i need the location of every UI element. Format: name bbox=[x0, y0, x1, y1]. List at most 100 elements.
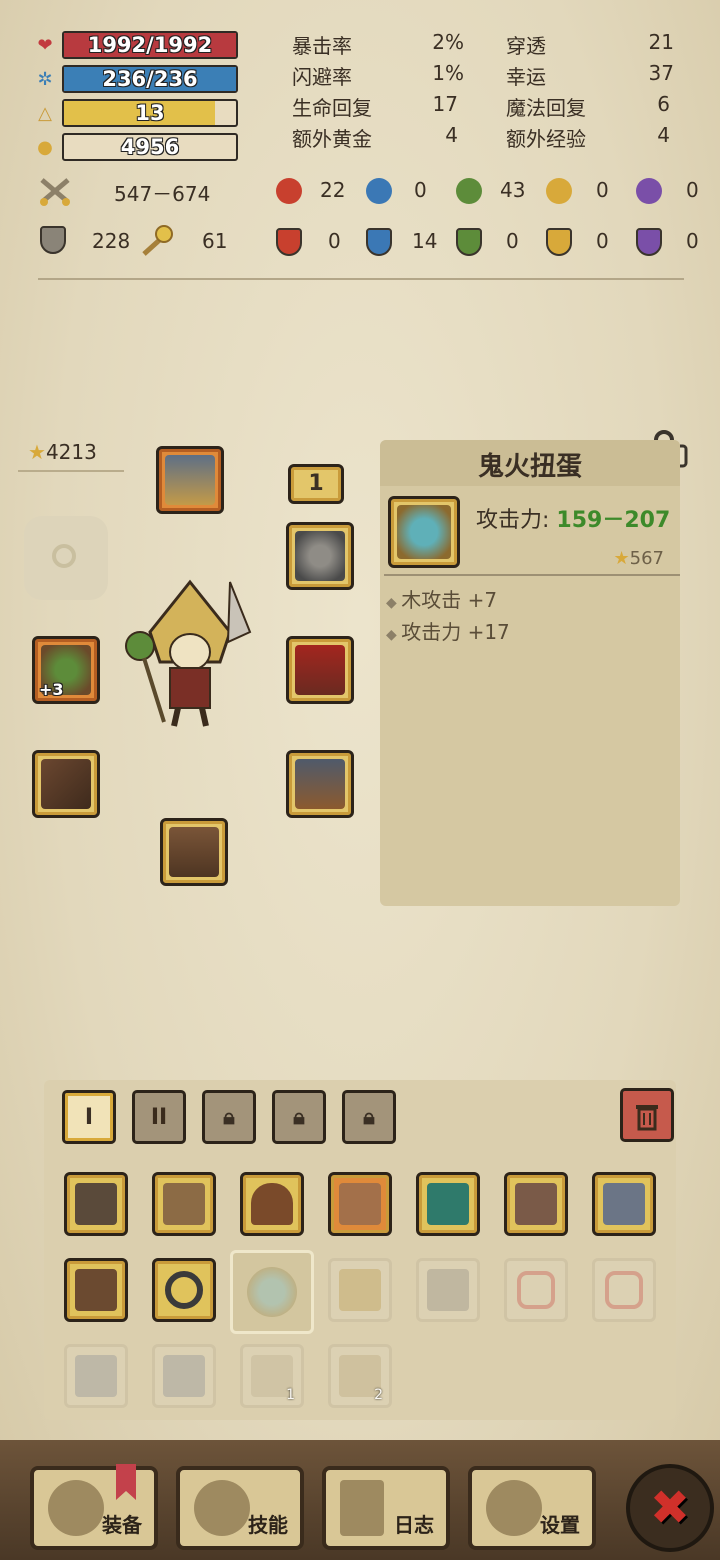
necklace-icon bbox=[295, 531, 345, 581]
inventory-item[interactable] bbox=[416, 1172, 480, 1236]
inventory-tab-2[interactable]: II bbox=[132, 1090, 186, 1144]
water-resist-value: 14 bbox=[412, 229, 438, 253]
pants-slot[interactable] bbox=[286, 750, 354, 818]
bracer-icon bbox=[75, 1269, 117, 1311]
inventory-item[interactable] bbox=[592, 1258, 656, 1322]
score-underline bbox=[18, 470, 124, 472]
glasses-icon bbox=[605, 1271, 643, 1309]
inventory-item[interactable] bbox=[328, 1172, 392, 1236]
nav-log-button[interactable]: 日志 bbox=[322, 1466, 450, 1550]
padlock-icon: 🔒︎ bbox=[223, 1104, 235, 1130]
wood-resist-icon bbox=[456, 228, 482, 256]
trash-button[interactable] bbox=[620, 1088, 674, 1142]
dark-attack-icon bbox=[636, 178, 662, 204]
fire-resist-icon bbox=[276, 228, 302, 256]
weapon-slot[interactable]: +3 bbox=[32, 636, 100, 704]
gear-score: ★4213 bbox=[28, 440, 97, 464]
nav-settings-button[interactable]: 设置 bbox=[468, 1466, 596, 1550]
inventory-item[interactable] bbox=[592, 1172, 656, 1236]
inventory-item[interactable] bbox=[64, 1172, 128, 1236]
nav-equipment-button[interactable]: 装备 bbox=[30, 1464, 158, 1550]
equipment-screen: ❤ 1992/1992 ✲ 236/236 △ 13 ● 4956 暴击率 2%… bbox=[0, 0, 720, 1560]
necklace-slot[interactable] bbox=[286, 522, 354, 590]
inventory-item[interactable] bbox=[64, 1258, 128, 1322]
horned-helmet-icon bbox=[163, 1355, 205, 1397]
inventory-item[interactable] bbox=[152, 1172, 216, 1236]
armor-slot[interactable] bbox=[286, 636, 354, 704]
inventory-item[interactable] bbox=[504, 1258, 568, 1322]
item-affix: ◆ 攻击力 +17 bbox=[386, 616, 510, 645]
dark-attack-value: 0 bbox=[686, 178, 699, 202]
teal-armor-icon bbox=[427, 1183, 469, 1225]
cape-icon bbox=[427, 1269, 469, 1311]
hero-character bbox=[120, 572, 260, 732]
fire-resist-value: 0 bbox=[328, 229, 341, 253]
inventory-tab-1[interactable]: I bbox=[62, 1090, 116, 1144]
inventory-item[interactable] bbox=[152, 1258, 216, 1322]
crit-rate-value: 2% bbox=[432, 30, 464, 54]
wizard-hat-icon bbox=[163, 1183, 205, 1225]
gauntlet-icon bbox=[603, 1183, 645, 1225]
log-icon bbox=[340, 1480, 384, 1536]
item-attack: 攻击力: 159－207 bbox=[476, 502, 670, 534]
item-score-value: 567 bbox=[629, 548, 664, 569]
inventory-item[interactable]: 1 bbox=[240, 1344, 304, 1408]
heart-icon: ❤ bbox=[37, 34, 53, 56]
mana-gear-icon: ✲ bbox=[37, 68, 53, 90]
nav-equipment-label: 装备 bbox=[102, 1513, 142, 1537]
dark-resist-icon bbox=[636, 228, 662, 256]
gear-score-value: 4213 bbox=[45, 440, 97, 464]
inventory-item[interactable] bbox=[504, 1172, 568, 1236]
boots-slot[interactable] bbox=[160, 818, 228, 886]
wood-attack-icon bbox=[456, 178, 482, 204]
section-divider bbox=[38, 278, 684, 280]
inventory-tab-locked: 🔒︎ bbox=[272, 1090, 326, 1144]
fire-attack-icon bbox=[276, 178, 302, 204]
inventory-item[interactable] bbox=[416, 1258, 480, 1322]
inventory-item[interactable] bbox=[240, 1172, 304, 1236]
mp-regen-label: 魔法回复 bbox=[506, 96, 586, 120]
hp-regen-value: 17 bbox=[432, 92, 458, 116]
level-triangle-icon: △ bbox=[38, 102, 52, 124]
item-divider bbox=[384, 574, 680, 576]
diamond-bullet-icon: ◆ bbox=[386, 595, 402, 611]
diamond-bullet-icon: ◆ bbox=[386, 627, 402, 643]
nav-skills-button[interactable]: 技能 bbox=[176, 1466, 304, 1550]
hp-text: 1992/1992 bbox=[87, 33, 213, 57]
padlock-icon: 🔒︎ bbox=[293, 1104, 305, 1130]
item-score: ★567 bbox=[614, 548, 665, 569]
close-button[interactable]: ✖ bbox=[626, 1464, 714, 1552]
helmet-slot[interactable] bbox=[156, 446, 224, 514]
gloves-slot[interactable] bbox=[32, 750, 100, 818]
close-icon: ✖ bbox=[649, 1480, 691, 1536]
inventory-item[interactable]: 2 bbox=[328, 1344, 392, 1408]
inventory-item[interactable] bbox=[328, 1258, 392, 1322]
wood-resist-value: 0 bbox=[506, 229, 519, 253]
nav-settings-label: 设置 bbox=[540, 1513, 580, 1537]
boots-icon bbox=[169, 827, 219, 877]
ring-slot-empty[interactable] bbox=[24, 516, 108, 600]
extra-exp-value: 4 bbox=[657, 123, 670, 147]
ghost-fire-capsule-icon bbox=[397, 505, 451, 559]
dark-resist-value: 0 bbox=[686, 229, 699, 253]
stack-count: 1 bbox=[286, 1387, 295, 1403]
gauntlet-icon bbox=[41, 759, 91, 809]
wood-attack-value: 43 bbox=[500, 178, 526, 202]
slot-badge: 1 bbox=[288, 464, 344, 504]
inventory-item-selected[interactable] bbox=[230, 1250, 314, 1334]
crossed-swords-icon bbox=[38, 176, 72, 206]
claw-icon bbox=[339, 1269, 381, 1311]
inventory-item[interactable] bbox=[152, 1344, 216, 1408]
weapon-enhance-level: +3 bbox=[39, 680, 64, 699]
attack-range: 547－674 bbox=[114, 182, 211, 206]
item-detail-header: 鬼火扭蛋 bbox=[380, 440, 680, 486]
extra-exp-label: 额外经验 bbox=[506, 127, 586, 151]
ghost-fire-capsule-icon bbox=[247, 1267, 297, 1317]
fire-attack-value: 22 bbox=[320, 178, 346, 202]
chest-armor-icon bbox=[339, 1183, 381, 1225]
inventory-item[interactable] bbox=[64, 1344, 128, 1408]
slot-badge-number: 1 bbox=[308, 471, 324, 496]
gold-pile-icon: ● bbox=[37, 136, 53, 158]
water-resist-icon bbox=[366, 228, 392, 256]
ring-icon bbox=[165, 1271, 203, 1309]
